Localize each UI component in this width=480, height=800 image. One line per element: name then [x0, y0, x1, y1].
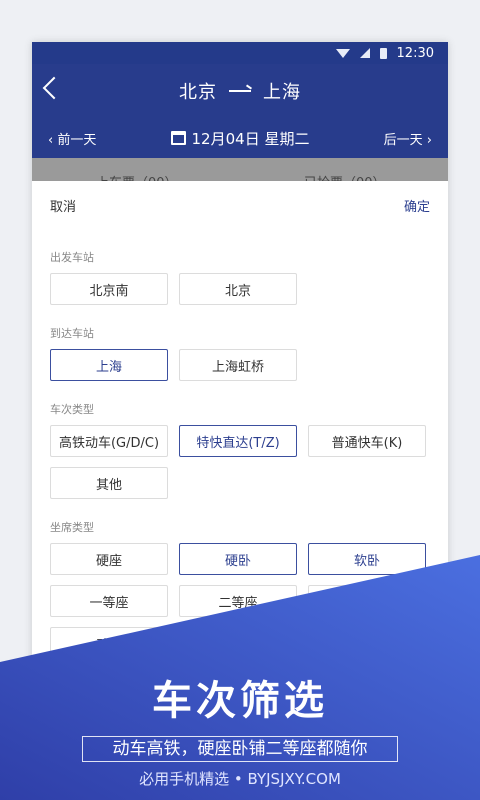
option-chip-selected[interactable]: 软卧: [308, 543, 426, 575]
to-station: 上海: [263, 82, 301, 103]
depart-station-options: 北京南 北京: [32, 273, 448, 315]
option-chip[interactable]: [308, 585, 426, 617]
status-bar: 12:30: [32, 42, 448, 64]
option-chip-selected[interactable]: 硬卧: [179, 543, 297, 575]
arrive-station-options: 上海 上海虹桥: [32, 349, 448, 391]
depart-station-label: 出发车站: [50, 251, 94, 264]
confirm-button[interactable]: 确定: [404, 196, 430, 215]
route-title: 北京 上海: [32, 78, 448, 104]
cancel-button[interactable]: 取消: [50, 196, 76, 215]
calendar-icon: [170, 131, 186, 145]
next-day-button[interactable]: 后一天 ›: [384, 129, 432, 148]
promo-footer: 必用手机精选 • BYJSJXY.COM: [139, 770, 341, 788]
arrive-station-label: 到达车站: [50, 327, 94, 340]
train-type-options: 高铁动车(G/D/C) 特快直达(T/Z) 普通快车(K) 其他: [32, 425, 448, 509]
option-chip-selected[interactable]: 特快直达(T/Z): [179, 425, 297, 457]
option-chip[interactable]: 其他: [50, 467, 168, 499]
option-chip[interactable]: 二等座: [179, 585, 297, 617]
option-chip[interactable]: 硬座: [50, 543, 168, 575]
option-chip[interactable]: 北京南: [50, 273, 168, 305]
sheet-header: 取消 确定: [32, 181, 448, 229]
backdrop-tabs: 上车票（00） 已抢票（00）: [32, 158, 448, 191]
option-chip[interactable]: 北京: [179, 273, 297, 305]
wifi-icon: [335, 48, 350, 58]
battery-icon: [379, 47, 387, 59]
option-chip[interactable]: 普通快车(K): [308, 425, 426, 457]
option-chip[interactable]: 动卧: [50, 627, 168, 659]
date-selector[interactable]: 12月04日 星期二: [170, 128, 310, 149]
option-chip[interactable]: 上海虹桥: [179, 349, 297, 381]
route-arrow-icon: [229, 90, 251, 92]
seat-type-label: 坐席类型: [50, 521, 94, 534]
signal-icon: [359, 48, 370, 58]
option-chip-selected[interactable]: 上海: [50, 349, 168, 381]
from-station: 北京: [179, 82, 217, 103]
selected-date: 12月04日 星期二: [191, 129, 310, 148]
date-bar: ‹ 前一天 12月04日 星期二 后一天 ›: [32, 118, 448, 158]
seat-type-options: 硬座 硬卧 软卧 一等座 二等座 动卧: [32, 543, 448, 669]
phone-screen: 12:30 北京 上海 ‹ 前一天 12月04日 星期二 后一天 › 上车票（0…: [32, 42, 448, 742]
title-bar: 北京 上海: [32, 64, 448, 118]
status-time: 12:30: [396, 45, 434, 61]
option-chip[interactable]: 一等座: [50, 585, 168, 617]
filter-sheet: 取消 确定 出发车站 北京南 北京 到达车站 上海 上海虹桥 车次类型 高铁动车…: [32, 181, 448, 742]
prev-day-button[interactable]: ‹ 前一天: [48, 129, 96, 148]
train-type-label: 车次类型: [50, 403, 94, 416]
option-chip[interactable]: 高铁动车(G/D/C): [50, 425, 168, 457]
